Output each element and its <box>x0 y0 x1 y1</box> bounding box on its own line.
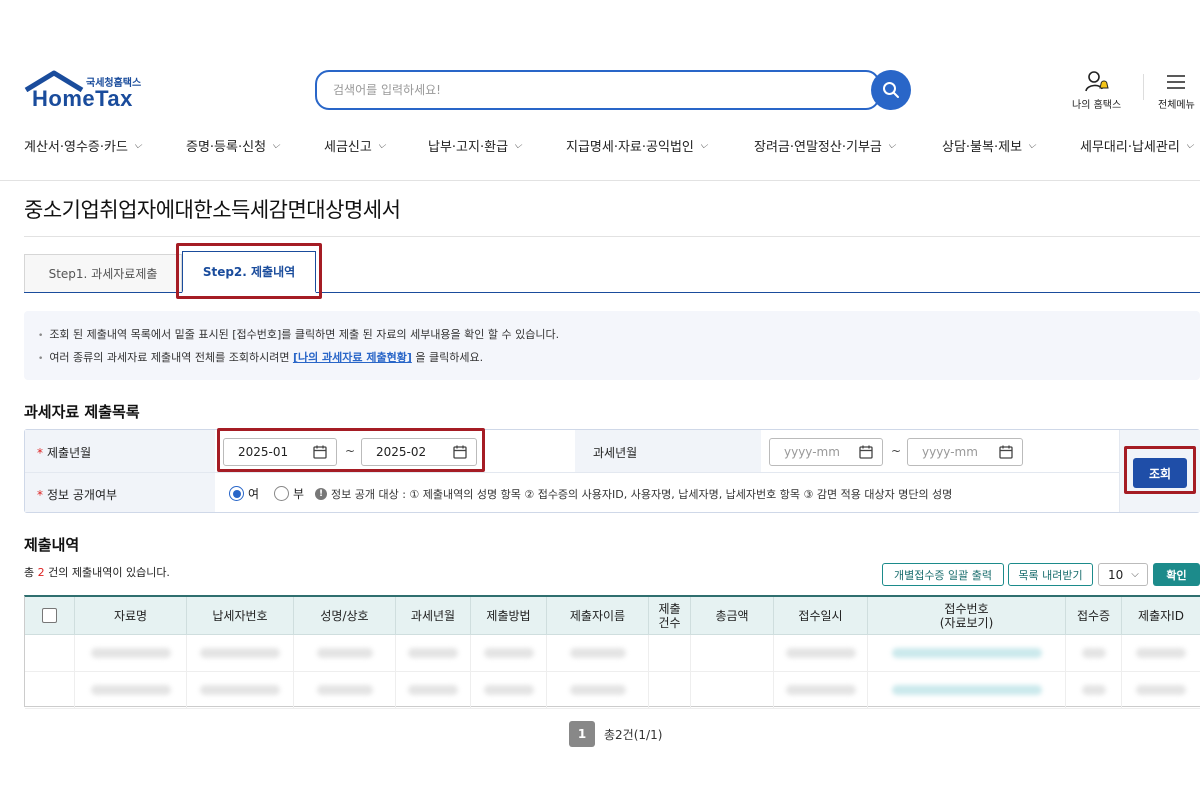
nav-item-tax-return[interactable]: 세금신고 ⌵ <box>324 136 385 155</box>
calendar-icon[interactable] <box>998 444 1014 460</box>
search-button[interactable] <box>871 70 911 110</box>
info-line-1: 조회 된 제출내역 목록에서 밑줄 표시된 [접수번호]를 클릭하면 제출 된 … <box>38 326 559 342</box>
table-header: 과세년월 <box>396 597 471 635</box>
nav-item-payment[interactable]: 납부·고지·환급 ⌵ <box>428 136 522 155</box>
result-count: 총 2 건의 제출내역이 있습니다. <box>24 566 170 579</box>
search-form: * 제출년월 2025-01 ~ 2025-02 과세년월 yyyy-mm ~ y… <box>24 429 1200 513</box>
table-header: 접수증 <box>1066 597 1122 635</box>
hamburger-icon <box>1167 75 1186 89</box>
pagination-summary: 총2건(1/1) <box>604 728 663 742</box>
table-header: 자료명 <box>75 597 187 635</box>
table-header: 제출자ID <box>1122 597 1200 635</box>
disclosure-label: * 정보 공개여부 <box>37 488 118 502</box>
page: 국세청홈택스 HomeTax 나의 홈택스 <box>0 0 1200 800</box>
submit-period-label: * 제출년월 <box>37 446 92 460</box>
nav-item-consulting[interactable]: 상담·불복·제보 ⌵ <box>942 136 1036 155</box>
header-divider <box>1143 74 1144 100</box>
info-line-2: 여러 종류의 과세자료 제출내역 전체를 조회하시려면 [나의 과세자료 제출현… <box>38 349 483 365</box>
tax-from-date[interactable]: yyyy-mm <box>769 438 883 466</box>
tax-period-label: 과세년월 <box>593 446 638 460</box>
all-menu-label: 전체메뉴 <box>1158 100 1195 111</box>
radio-unchecked-icon <box>274 486 289 501</box>
download-list-button[interactable]: 목록 내려받기 <box>1008 563 1093 586</box>
hometax-logo[interactable]: 국세청홈택스 HomeTax <box>24 68 154 116</box>
radio-checked-icon <box>229 486 244 501</box>
page-button-current[interactable]: 1 <box>569 721 595 747</box>
table-header: 제출방법 <box>471 597 547 635</box>
chevron-down-icon: ⌵ <box>699 140 708 151</box>
disclosure-note: ! 정보 공개 대상 : ① 제출내역의 성명 항목 ② 접수증의 사용자ID, … <box>315 486 952 502</box>
info-icon: ! <box>315 488 327 500</box>
results-table: 자료명 납세자번호 성명/상호 과세년월 제출방법 제출자이름 제출 건수 총금… <box>24 595 1200 709</box>
search-icon <box>883 82 899 98</box>
chevron-down-icon: ⌵ <box>1131 569 1139 580</box>
nav-divider <box>0 180 1200 181</box>
select-all-checkbox[interactable] <box>42 608 57 623</box>
table-header: 제출자이름 <box>547 597 649 635</box>
highlight-box-search <box>1124 446 1196 494</box>
my-hometax-button[interactable]: 나의 홈택스 <box>1072 68 1121 111</box>
title-divider <box>24 236 1200 237</box>
table-header: 총금액 <box>691 597 774 635</box>
tab-step1[interactable]: Step1. 과세자료제출 <box>24 254 182 292</box>
calendar-icon[interactable] <box>858 444 874 460</box>
main-navigation: 계산서·영수증·카드 ⌵ 증명·등록·신청 ⌵ 세금신고 ⌵ 납부·고지·환급 ⌵ 지급… <box>0 136 1200 160</box>
date-separator: ~ <box>891 444 902 458</box>
search-bar <box>315 70 880 110</box>
highlight-box-tab <box>176 243 322 299</box>
nav-item-tax-agent[interactable]: 세무대리·납세관리 ⌵ <box>1080 136 1193 155</box>
results-section-title: 제출내역 <box>24 536 80 554</box>
user-bell-icon <box>1084 71 1109 92</box>
my-hometax-label: 나의 홈택스 <box>1072 100 1122 111</box>
tax-to-date[interactable]: yyyy-mm <box>907 438 1023 466</box>
list-section-title: 과세자료 제출목록 <box>24 403 140 421</box>
table-header: 성명/상호 <box>294 597 396 635</box>
table-header: 접수번호 (자료보기) <box>868 597 1066 635</box>
info-box: 조회 된 제출내역 목록에서 밑줄 표시된 [접수번호]를 클릭하면 제출 된 … <box>24 311 1200 380</box>
submission-status-link[interactable]: [나의 과세자료 제출현황] <box>293 351 412 364</box>
radio-disclosure-no[interactable]: 부 <box>274 485 304 502</box>
logo-title: HomeTax <box>32 86 133 111</box>
chevron-down-icon: ⌵ <box>514 140 522 151</box>
nav-item-incentives[interactable]: 장려금·연말정산·기부금 ⌵ <box>754 136 895 155</box>
table-header: 납세자번호 <box>187 597 294 635</box>
table-header: 접수일시 <box>774 597 868 635</box>
chevron-down-icon: ⌵ <box>377 140 386 151</box>
highlight-box-dates <box>217 428 485 472</box>
chevron-down-icon: ⌵ <box>133 140 142 151</box>
page-size-select[interactable]: 10 ⌵ <box>1098 563 1148 586</box>
radio-disclosure-yes[interactable]: 여 <box>229 485 259 502</box>
nav-item-invoices[interactable]: 계산서·영수증·카드 ⌵ <box>24 136 142 155</box>
select-all-header <box>25 597 75 635</box>
chevron-down-icon: ⌵ <box>1185 140 1194 151</box>
search-input[interactable] <box>317 72 878 108</box>
nav-item-statements[interactable]: 지급명세·자료·공익법인 ⌵ <box>566 136 707 155</box>
chevron-down-icon: ⌵ <box>887 140 896 151</box>
nav-item-certificates[interactable]: 증명·등록·신청 ⌵ <box>186 136 280 155</box>
print-receipts-button[interactable]: 개별접수증 일괄 출력 <box>882 563 1004 586</box>
confirm-button[interactable]: 확인 <box>1153 563 1200 586</box>
chevron-down-icon: ⌵ <box>1028 140 1036 151</box>
chevron-down-icon: ⌵ <box>272 140 280 151</box>
page-title: 중소기업취업자에대한소득세감면대상명세서 <box>24 198 401 222</box>
table-header: 제출 건수 <box>649 597 691 635</box>
all-menu-button[interactable]: 전체메뉴 <box>1158 68 1195 111</box>
